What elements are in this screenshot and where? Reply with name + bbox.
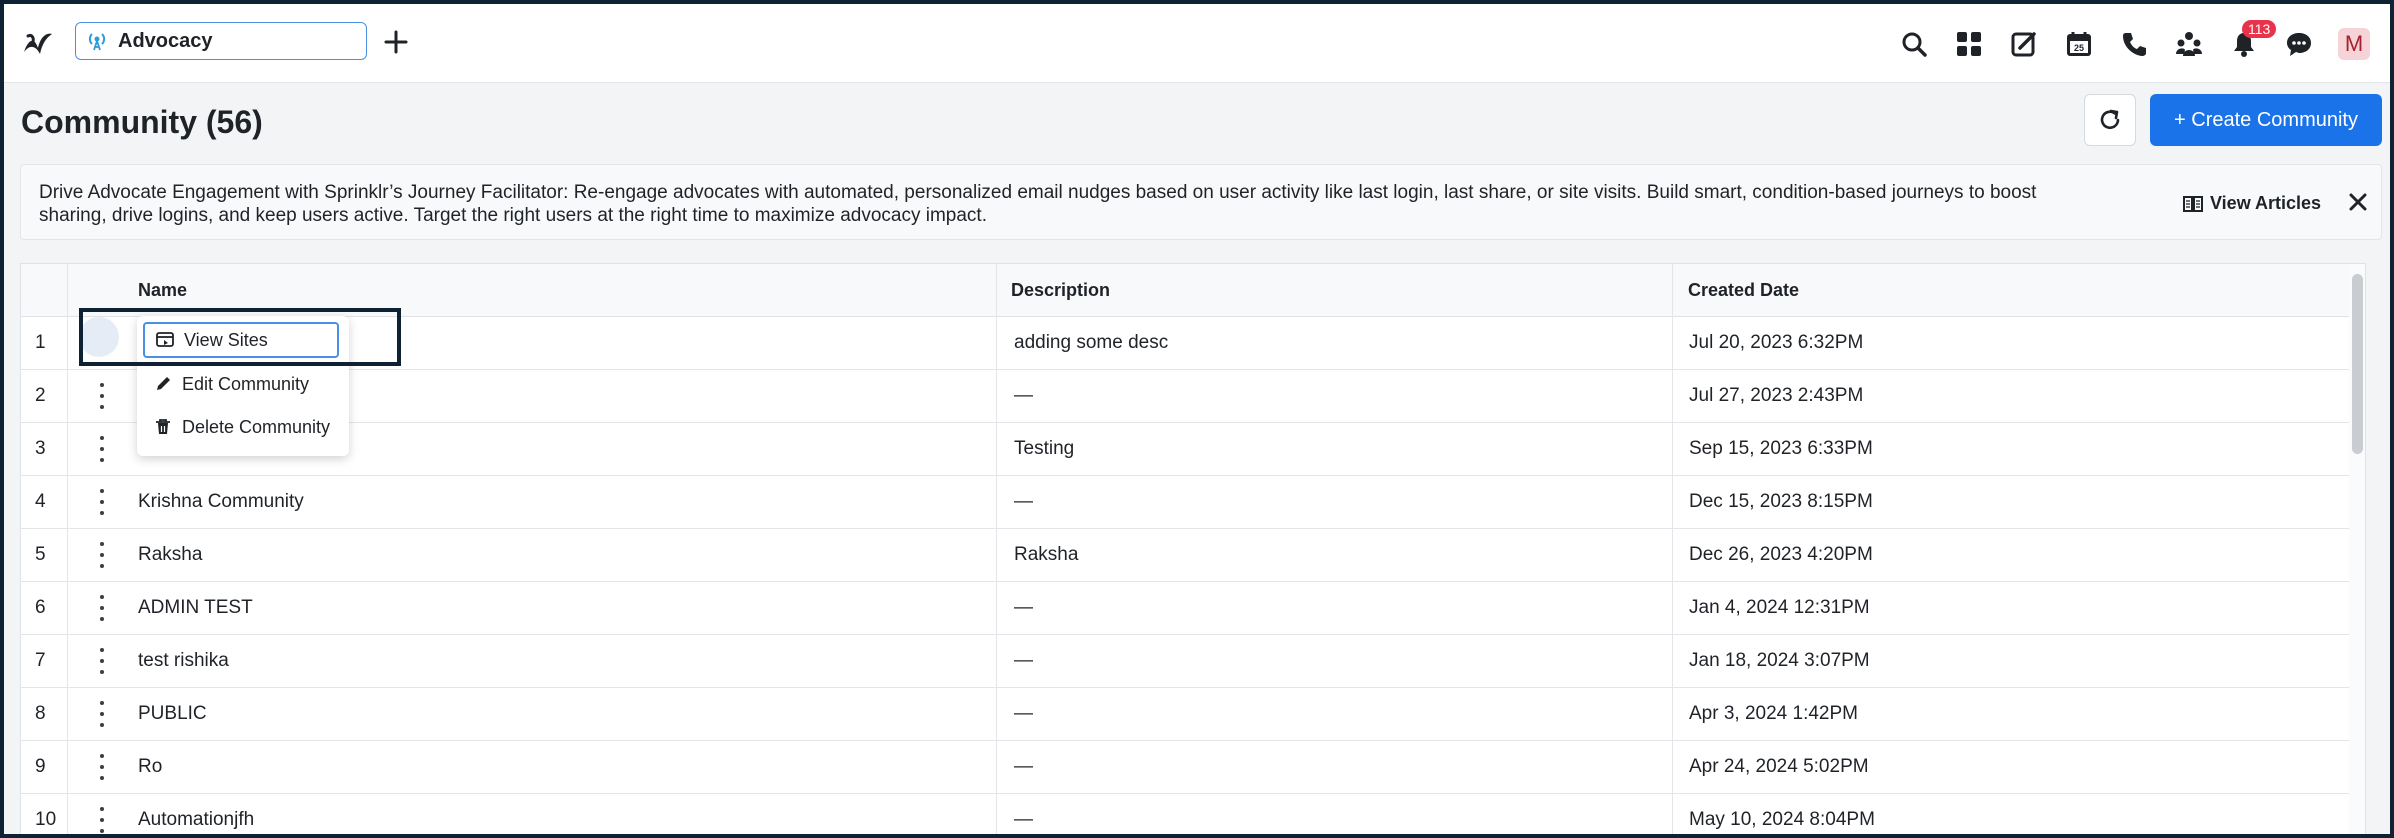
community-description: — bbox=[1014, 385, 1033, 406]
table-row[interactable]: 4 Krishna Community — Dec 15, 2023 8:15PM bbox=[21, 475, 2349, 529]
view-articles-label: View Articles bbox=[2210, 193, 2322, 213]
created-date: Sep 15, 2023 6:33PM bbox=[1689, 438, 1873, 459]
table-row[interactable]: 5 Raksha Raksha Dec 26, 2023 4:20PM bbox=[21, 528, 2349, 582]
table-row[interactable]: 8 PUBLIC — Apr 3, 2024 1:42PM bbox=[21, 687, 2349, 741]
column-header-created-date[interactable]: Created Date bbox=[1688, 264, 1799, 316]
community-description: Raksha bbox=[1014, 544, 1079, 565]
broadcast-icon bbox=[88, 33, 106, 51]
table-row[interactable]: 9 Ro — Apr 24, 2024 5:02PM bbox=[21, 740, 2349, 794]
menu-item-label: Edit Community bbox=[182, 373, 310, 394]
community-name[interactable]: Ro bbox=[138, 740, 162, 793]
add-tab-icon[interactable] bbox=[382, 28, 410, 56]
svg-text:25: 25 bbox=[2074, 43, 2084, 53]
table-row[interactable]: 10 Automationjfh — May 10, 2024 8:04PM bbox=[21, 793, 2349, 834]
created-date: Apr 24, 2024 5:02PM bbox=[1689, 756, 1869, 777]
avatar-letter: M bbox=[2338, 28, 2370, 60]
tab-advocacy[interactable]: Advocacy bbox=[75, 22, 367, 60]
banner-text: Drive Advocate Engagement with Sprinklr’… bbox=[39, 182, 2037, 226]
created-date: Jan 4, 2024 12:31PM bbox=[1689, 597, 1870, 618]
refresh-button[interactable] bbox=[2084, 94, 2136, 146]
community-description: Testing bbox=[1014, 438, 1075, 459]
community-name[interactable]: ADMIN TEST bbox=[138, 581, 253, 634]
created-date: Dec 26, 2023 4:20PM bbox=[1689, 544, 1873, 565]
view-articles-link[interactable]: View Articles bbox=[2183, 193, 2321, 214]
menu-item-edit-community[interactable]: Edit Community bbox=[143, 366, 339, 402]
row-number: 9 bbox=[35, 756, 46, 777]
row-number: 8 bbox=[35, 703, 46, 724]
table-row[interactable]: 7 test rishika — Jan 18, 2024 3:07PM bbox=[21, 634, 2349, 688]
row-number: 2 bbox=[35, 385, 46, 406]
table-row[interactable]: 6 ADMIN TEST — Jan 4, 2024 12:31PM bbox=[21, 581, 2349, 635]
refresh-icon bbox=[2100, 109, 2120, 129]
community-name[interactable]: Automationjfh bbox=[138, 793, 254, 834]
menu-item-label: Delete Community bbox=[182, 416, 331, 437]
community-description: — bbox=[1014, 597, 1033, 618]
chat-icon[interactable] bbox=[2283, 28, 2315, 60]
created-date: Jul 27, 2023 2:43PM bbox=[1689, 385, 1864, 406]
toolbar-icons: 25 113 M bbox=[1898, 20, 2370, 62]
community-name[interactable]: PUBLIC bbox=[138, 687, 207, 740]
community-description: — bbox=[1014, 809, 1033, 830]
row-number: 5 bbox=[35, 544, 46, 565]
community-description: — bbox=[1014, 650, 1033, 671]
community-name[interactable]: test rishika bbox=[138, 634, 229, 687]
row-actions-kebab-icon[interactable] bbox=[90, 648, 114, 674]
calendar-icon[interactable]: 25 bbox=[2063, 28, 2095, 60]
notification-badge: 113 bbox=[2242, 20, 2277, 38]
row-number: 4 bbox=[35, 491, 46, 512]
table-row[interactable]: 3 Testing Sep 15, 2023 6:33PM bbox=[21, 422, 2349, 476]
created-date: Apr 3, 2024 1:42PM bbox=[1689, 703, 1858, 724]
created-date: May 10, 2024 8:04PM bbox=[1689, 809, 1875, 830]
community-description: — bbox=[1014, 756, 1033, 777]
scrollbar-thumb[interactable] bbox=[2352, 274, 2363, 454]
community-name[interactable]: Krishna Community bbox=[138, 475, 304, 528]
column-header-description[interactable]: Description bbox=[1011, 264, 1110, 316]
community-name[interactable]: Raksha bbox=[138, 528, 202, 581]
compose-icon[interactable] bbox=[2008, 28, 2040, 60]
search-icon[interactable] bbox=[1898, 28, 1930, 60]
page-title: Community (56) bbox=[21, 104, 263, 140]
row-number: 7 bbox=[35, 650, 46, 671]
row-number: 3 bbox=[35, 438, 46, 459]
book-icon bbox=[2183, 195, 2203, 212]
row-actions-kebab-icon[interactable] bbox=[90, 436, 114, 462]
create-community-button[interactable]: + Create Community bbox=[2150, 94, 2382, 146]
row-number: 10 bbox=[35, 809, 57, 830]
community-description: adding some desc bbox=[1014, 332, 1169, 353]
app-window: Advocacy 25 113 M Community (56) + Creat… bbox=[4, 4, 2390, 834]
table-row[interactable]: 2 — Jul 27, 2023 2:43PM bbox=[21, 369, 2349, 423]
row-actions-kebab-icon[interactable] bbox=[90, 489, 114, 515]
user-avatar[interactable]: M bbox=[2338, 28, 2370, 60]
top-bar: Advocacy 25 113 M bbox=[4, 4, 2390, 83]
trash-icon bbox=[156, 419, 170, 434]
menu-item-delete-community[interactable]: Delete Community bbox=[143, 409, 339, 445]
community-icon[interactable] bbox=[2173, 28, 2205, 60]
apps-grid-icon[interactable] bbox=[1953, 28, 1985, 60]
created-date: Jan 18, 2024 3:07PM bbox=[1689, 650, 1870, 671]
info-banner: Drive Advocate Engagement with Sprinklr’… bbox=[20, 164, 2382, 240]
community-description: — bbox=[1014, 491, 1033, 512]
row-number: 1 bbox=[35, 332, 46, 353]
row-actions-kebab-icon[interactable] bbox=[90, 807, 114, 833]
edit-pencil-icon bbox=[157, 377, 170, 390]
created-date: Jul 20, 2023 6:32PM bbox=[1689, 332, 1864, 353]
community-description: — bbox=[1014, 703, 1033, 724]
notifications-bell-icon[interactable]: 113 bbox=[2228, 20, 2277, 60]
row-actions-kebab-icon[interactable] bbox=[90, 542, 114, 568]
row-actions-kebab-icon[interactable] bbox=[90, 383, 114, 409]
sprinklr-logo-icon[interactable] bbox=[20, 26, 56, 62]
row-actions-kebab-icon[interactable] bbox=[90, 754, 114, 780]
row-actions-kebab-icon[interactable] bbox=[90, 595, 114, 621]
focus-highlight-box bbox=[79, 308, 401, 366]
created-date: Dec 15, 2023 8:15PM bbox=[1689, 491, 1873, 512]
row-actions-kebab-icon[interactable] bbox=[90, 701, 114, 727]
close-banner-icon[interactable] bbox=[2347, 191, 2369, 213]
tab-label: Advocacy bbox=[118, 29, 213, 52]
row-number: 6 bbox=[35, 597, 46, 618]
phone-icon[interactable] bbox=[2118, 28, 2150, 60]
